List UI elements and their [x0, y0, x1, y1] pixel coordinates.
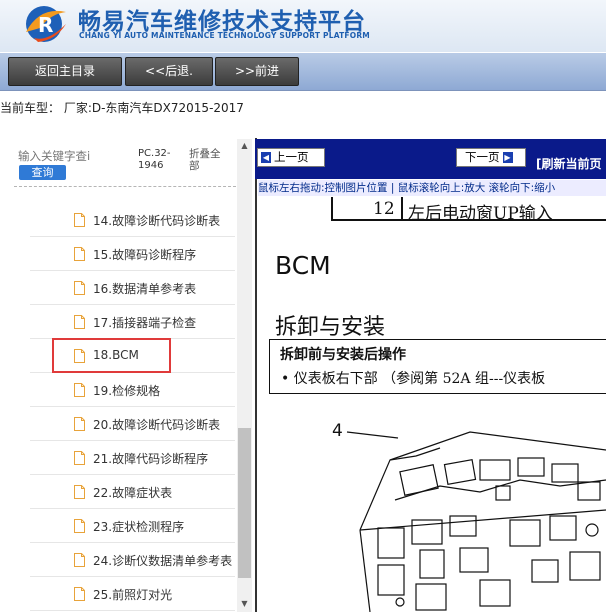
tree-item-label: 14.故障诊断代码诊断表: [93, 214, 221, 228]
document-icon: [74, 383, 85, 397]
scroll-up-arrow-icon[interactable]: ▲: [237, 141, 252, 153]
selected-item-highlight: [52, 338, 171, 373]
doc-section-title: 拆卸与安装: [275, 315, 386, 340]
header: R 畅易汽车维修技术支持平台 CHANG YI AUTO MAINTENANCE…: [0, 0, 606, 52]
bcm-module-drawing: [346, 431, 606, 612]
table-row-separator: [401, 197, 403, 221]
tree-item[interactable]: 23.症状检测程序: [30, 509, 235, 543]
arrow-left-icon: ◀: [261, 152, 271, 163]
svg-text:R: R: [38, 13, 53, 37]
tree-item[interactable]: 22.故障症状表: [30, 475, 235, 509]
tree-item[interactable]: 17.插接器端子检查: [30, 305, 235, 339]
note-title: 拆卸前与安装后操作: [280, 347, 406, 363]
next-page-label: 下一页: [465, 150, 500, 164]
pc-label: PC.32-1946: [138, 148, 171, 171]
document-icon: [74, 213, 85, 227]
tree-item-label: 24.诊断仪数据清单参考表: [93, 554, 233, 568]
doc-heading: BCM: [275, 251, 331, 280]
tree-item-label: 17.插接器端子检查: [93, 316, 197, 330]
document-icon: [74, 587, 85, 601]
document-icon: [74, 247, 85, 261]
viewer-hint: 鼠标左右拖动:控制图片位置 | 鼠标滚轮向上:放大 滚轮向下:缩小: [258, 180, 606, 196]
refresh-page-link[interactable]: [刷新当前页: [536, 155, 602, 172]
nav-bar: 返回主目录 <<后退. >>前进: [0, 53, 606, 91]
tree-item[interactable]: 15.故障码诊断程序: [30, 237, 235, 271]
search-button[interactable]: 查询: [19, 165, 66, 180]
platform-subtitle: CHANG YI AUTO MAINTENANCE TECHNOLOGY SUP…: [79, 31, 370, 40]
tree-item[interactable]: 19.检修规格: [30, 373, 235, 407]
next-page-button[interactable]: 下一页 ▶: [456, 148, 526, 167]
document-icon: [74, 485, 85, 499]
tree-item[interactable]: 25.前照灯对光: [30, 577, 235, 611]
document-icon: [74, 553, 85, 567]
scroll-down-arrow-icon[interactable]: ▼: [237, 599, 252, 611]
note-line: • 仪表板右下部 （参阅第 52A 组---仪表板: [281, 371, 546, 387]
prev-page-label: 上一页: [274, 150, 309, 164]
document-icon: [74, 451, 85, 465]
changyi-logo-icon: R: [26, 6, 66, 42]
arrow-right-icon: ▶: [502, 152, 513, 163]
tree-item-label: 15.故障码诊断程序: [93, 248, 197, 262]
home-button[interactable]: 返回主目录: [8, 57, 122, 86]
document-icon: [74, 315, 85, 329]
table-row-text: 左后电动窗UP输入: [408, 204, 553, 224]
back-button[interactable]: <<后退.: [125, 57, 213, 86]
tree-item-label: 25.前照灯对光: [93, 588, 173, 602]
prev-page-button[interactable]: ◀ 上一页: [257, 148, 325, 167]
document-icon: [74, 281, 85, 295]
forward-button[interactable]: >>前进: [215, 57, 299, 86]
tree-item-label: 16.数据清单参考表: [93, 282, 197, 296]
tree-item[interactable]: 14.故障诊断代码诊断表: [30, 203, 235, 237]
document-icon: [74, 519, 85, 533]
table-row-number: 12: [373, 199, 395, 219]
divider: [14, 186, 236, 188]
collapse-all-link[interactable]: 折叠全部: [189, 148, 229, 172]
current-vehicle: 当前车型： 厂家:D-东南汽车DX72015-2017: [0, 101, 244, 115]
tree-item[interactable]: 24.诊断仪数据清单参考表: [30, 543, 235, 577]
tree-item-label: 20.故障诊断代码诊断表: [93, 418, 221, 432]
search-input[interactable]: [18, 148, 104, 164]
tree-item[interactable]: 21.故障代码诊断程序: [30, 441, 235, 475]
tree-item-label: 23.症状检测程序: [93, 520, 185, 534]
tree-item[interactable]: 16.数据清单参考表: [30, 271, 235, 305]
tree-item-label: 19.检修规格: [93, 384, 161, 398]
tree-item-label: 22.故障症状表: [93, 486, 173, 500]
document-icon: [74, 417, 85, 431]
scrollbar-thumb[interactable]: [238, 428, 251, 578]
tree-item-label: 21.故障代码诊断程序: [93, 452, 209, 466]
tree-item[interactable]: 20.故障诊断代码诊断表: [30, 407, 235, 441]
